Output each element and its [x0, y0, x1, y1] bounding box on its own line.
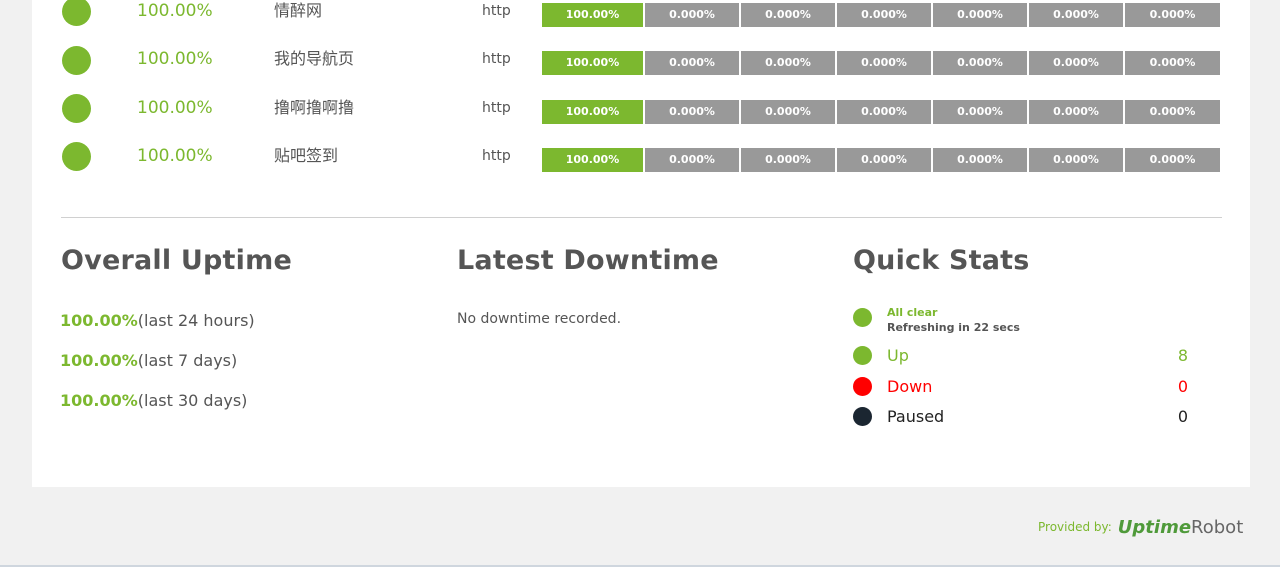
monitor-uptime: 100.00%: [137, 146, 213, 166]
uptime-bar: 0.000%: [1029, 148, 1123, 172]
uptime-bar: 0.000%: [933, 51, 1027, 75]
uptime-bar: 0.000%: [1125, 148, 1220, 172]
logo-robot-text: Robot: [1191, 516, 1244, 538]
latest-downtime-text: No downtime recorded.: [457, 311, 622, 327]
uptime-bars: 100.00% 0.000% 0.000% 0.000% 0.000% 0.00…: [542, 3, 1221, 27]
overall-uptime-30d: 100.00%(last 30 days): [60, 391, 247, 410]
latest-downtime-title: Latest Downtime: [457, 245, 719, 276]
monitor-name[interactable]: 情醉网: [274, 0, 322, 24]
uptime-bars: 100.00% 0.000% 0.000% 0.000% 0.000% 0.00…: [542, 100, 1221, 124]
uptime-bar: 0.000%: [1029, 51, 1123, 75]
uptime-pct: 100.00%: [60, 391, 138, 410]
uptime-bar: 0.000%: [933, 100, 1027, 124]
uptime-bar: 0.000%: [1125, 3, 1220, 27]
overall-uptime-7d: 100.00%(last 7 days): [60, 351, 237, 370]
paused-status-icon: [853, 407, 872, 426]
uptime-bars: 100.00% 0.000% 0.000% 0.000% 0.000% 0.00…: [542, 148, 1221, 172]
down-count: 0: [1177, 377, 1188, 396]
uptime-pct: 100.00%: [60, 351, 138, 370]
uptimerobot-logo-link[interactable]: UptimeRobot: [1118, 517, 1243, 538]
status-up-icon: [62, 46, 91, 75]
monitor-uptime: 100.00%: [137, 49, 213, 69]
monitor-name[interactable]: 贴吧签到: [274, 143, 338, 169]
uptime-bar: 0.000%: [837, 3, 931, 27]
monitor-row: 100.00% 撸啊撸啊撸 http 100.00% 0.000% 0.000%…: [32, 94, 1250, 127]
uptime-period: (last 24 hours): [137, 311, 255, 330]
monitor-uptime: 100.00%: [137, 98, 213, 118]
overall-uptime-24h: 100.00%(last 24 hours): [60, 311, 255, 330]
monitor-row: 100.00% 情醉网 http 100.00% 0.000% 0.000% 0…: [32, 0, 1250, 30]
up-status-icon: [853, 346, 872, 365]
provided-by-text: Provided by:: [1038, 520, 1112, 534]
uptime-bar: 100.00%: [542, 51, 643, 75]
footer: Provided by: UptimeRobot: [1038, 510, 1243, 544]
uptime-bar: 100.00%: [542, 100, 643, 124]
uptime-bar: 100.00%: [542, 148, 643, 172]
up-label: Up: [887, 346, 909, 365]
uptime-bars: 100.00% 0.000% 0.000% 0.000% 0.000% 0.00…: [542, 51, 1221, 75]
uptime-bar: 0.000%: [645, 51, 739, 75]
monitor-type: http: [482, 3, 511, 19]
down-label: Down: [887, 377, 933, 396]
uptime-bar: 0.000%: [933, 148, 1027, 172]
status-up-icon: [62, 0, 91, 26]
status-up-icon: [62, 94, 91, 123]
paused-count: 0: [1177, 407, 1188, 426]
uptime-bar: 0.000%: [645, 100, 739, 124]
status-card: 100.00% 情醉网 http 100.00% 0.000% 0.000% 0…: [32, 0, 1250, 487]
monitor-row: 100.00% 贴吧签到 http 100.00% 0.000% 0.000% …: [32, 142, 1250, 175]
refresh-countdown: Refreshing in 22 secs: [887, 321, 1020, 334]
uptime-bar: 0.000%: [1125, 51, 1220, 75]
section-divider: [61, 217, 1222, 218]
monitor-type: http: [482, 100, 511, 116]
uptime-bar: 0.000%: [933, 3, 1027, 27]
uptime-bar: 0.000%: [645, 148, 739, 172]
down-status-icon: [853, 377, 872, 396]
status-up-icon: [62, 142, 91, 171]
uptime-bar: 0.000%: [645, 3, 739, 27]
uptime-bar: 0.000%: [741, 148, 835, 172]
uptime-bar: 0.000%: [741, 100, 835, 124]
uptime-bar: 0.000%: [1029, 3, 1123, 27]
uptime-bar: 0.000%: [741, 3, 835, 27]
uptime-period: (last 30 days): [137, 391, 248, 410]
all-clear-icon: [853, 308, 872, 327]
uptime-bar: 0.000%: [1029, 100, 1123, 124]
uptime-bar: 0.000%: [741, 51, 835, 75]
monitor-name[interactable]: 我的导航页: [274, 46, 354, 72]
monitor-type: http: [482, 51, 511, 67]
all-clear-label: All clear: [887, 306, 938, 319]
paused-label: Paused: [887, 407, 945, 426]
monitor-name[interactable]: 撸啊撸啊撸: [274, 95, 354, 121]
monitor-type: http: [482, 148, 511, 164]
uptime-bar: 0.000%: [1125, 100, 1220, 124]
logo-uptime-text: Uptime: [1117, 516, 1192, 538]
uptime-bar: 0.000%: [837, 100, 931, 124]
monitor-row: 100.00% 我的导航页 http 100.00% 0.000% 0.000%…: [32, 46, 1250, 78]
overall-uptime-title: Overall Uptime: [61, 245, 292, 276]
uptime-bar: 0.000%: [837, 148, 931, 172]
uptime-bar: 0.000%: [837, 51, 931, 75]
uptime-pct: 100.00%: [60, 311, 138, 330]
up-count: 8: [1177, 346, 1188, 365]
uptime-bar: 100.00%: [542, 3, 643, 27]
monitor-uptime: 100.00%: [137, 1, 213, 21]
uptime-period: (last 7 days): [137, 351, 238, 370]
quick-stats-title: Quick Stats: [853, 245, 1030, 276]
